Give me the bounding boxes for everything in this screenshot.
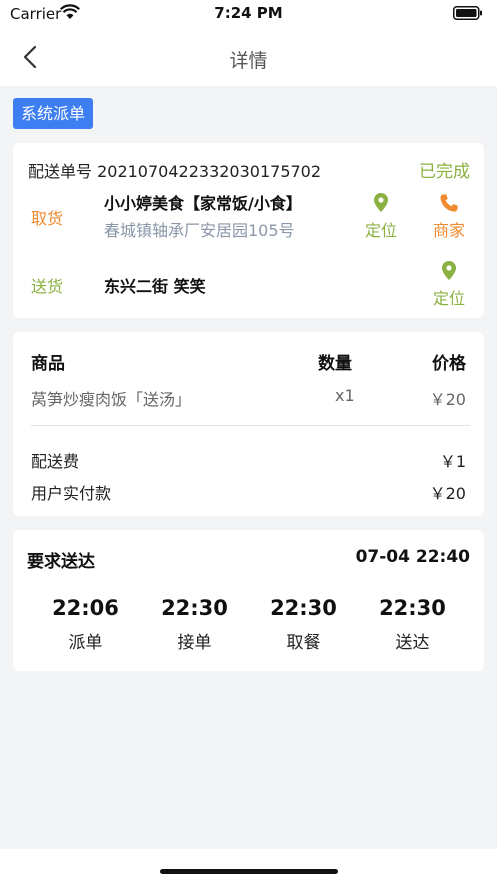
- paid-amount-label: 用户实付款: [31, 484, 112, 503]
- goods-item-name: 莴笋炒瘦肉饭「送汤」: [31, 390, 192, 409]
- battery-icon: [453, 6, 482, 20]
- nav-bar: 详情: [0, 28, 497, 86]
- home-indicator[interactable]: [160, 869, 338, 874]
- quantity-header: 数量: [318, 354, 352, 374]
- goods-item-qty: x1: [335, 386, 355, 405]
- delivery-locate-button[interactable]: 定位: [424, 261, 474, 309]
- timeline-time: 22:30: [270, 596, 337, 620]
- timeline-step-pickup: 22:30 取餐: [254, 596, 354, 653]
- delivery-locate-label: 定位: [432, 289, 465, 308]
- pickup-locate-button[interactable]: 定位: [356, 193, 406, 241]
- required-delivery-time: 07-04 22:40: [355, 547, 470, 567]
- timeline-label: 取餐: [286, 633, 321, 653]
- clock: 7:24 PM: [214, 4, 283, 22]
- timeline-step-dispatch: 22:06 派单: [36, 596, 136, 653]
- location-pin-icon: [374, 193, 388, 212]
- timeline-label: 送达: [395, 633, 430, 653]
- location-pin-icon: [442, 261, 456, 280]
- timeline-label: 派单: [68, 633, 103, 653]
- delivery-recipient: 东兴二街 笑笑: [104, 277, 206, 296]
- timeline-time: 22:06: [52, 596, 119, 620]
- paid-amount-value: ￥20: [429, 484, 466, 503]
- goods-item-price: ￥20: [429, 390, 466, 409]
- order-number: 配送单号 20210704223320301757​02: [28, 162, 322, 181]
- goods-header: 商品: [31, 354, 65, 374]
- timeline-label: 接单: [177, 633, 212, 653]
- delivery-fee-label: 配送费: [31, 452, 80, 471]
- order-info-card: 配送单号 20210704223320301757​02 已完成 取货 小小婷美…: [13, 143, 484, 318]
- pickup-label: 取货: [31, 209, 64, 228]
- timeline-step-delivered: 22:30 送达: [363, 596, 463, 653]
- delivery-fee-value: ￥1: [439, 452, 466, 471]
- shop-name: 小小婷美食【家常饭/小食】: [104, 194, 302, 213]
- order-timeline: 22:06 派单 22:30 接单 22:30 取餐 22:30 送达: [31, 596, 467, 653]
- timeline-time: 22:30: [379, 596, 446, 620]
- merchant-label: 商家: [432, 221, 465, 240]
- schedule-card: 要求送达 07-04 22:40 22:06 派单 22:30 接单 22:30…: [13, 530, 484, 671]
- phone-icon: [440, 194, 458, 212]
- divider: [31, 425, 470, 426]
- dispatch-type-badge: 系统派单: [13, 98, 94, 129]
- price-header: 价格: [432, 354, 466, 374]
- page-title: 详情: [229, 50, 268, 72]
- merchant-call-button[interactable]: 商家: [424, 193, 474, 241]
- goods-card: 商品 数量 价格 莴笋炒瘦肉饭「送汤」 x1 ￥20 配送费 ￥1 用户实付款 …: [13, 332, 484, 516]
- order-status: 已完成: [419, 162, 470, 182]
- status-bar: Carrier 7:24 PM: [0, 0, 497, 28]
- bottom-safe-area: [0, 849, 497, 883]
- required-delivery-label: 要求送达: [27, 552, 95, 572]
- timeline-step-accept: 22:30 接单: [145, 596, 245, 653]
- timeline-time: 22:30: [161, 596, 228, 620]
- pickup-locate-label: 定位: [364, 221, 397, 240]
- delivery-label: 送货: [31, 277, 64, 296]
- shop-address: 春城镇轴承厂安居园105号: [104, 221, 295, 240]
